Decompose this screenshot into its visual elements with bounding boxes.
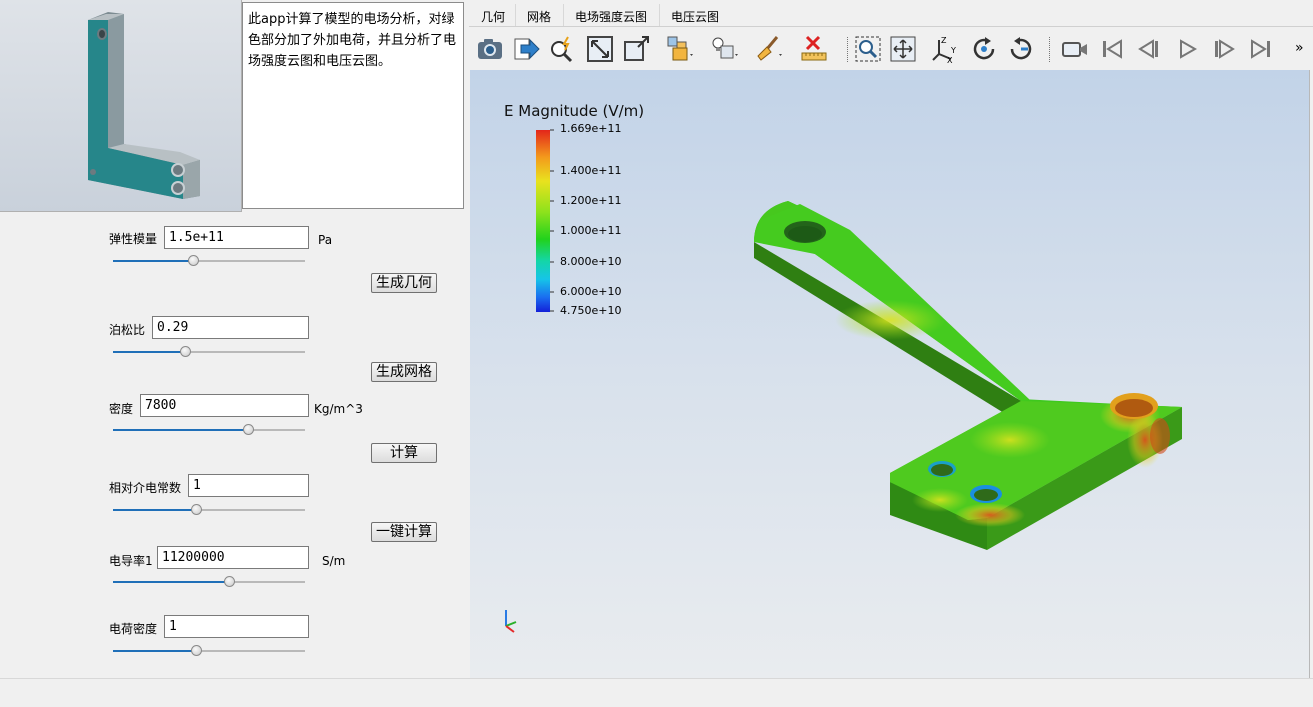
tab-mesh[interactable]: 网格	[527, 8, 551, 25]
param-label-density: 密度	[109, 402, 134, 416]
elastic-modulus-input[interactable]: 1.5e+11	[164, 226, 309, 249]
param-label-conductivity: 电导率1	[109, 554, 153, 568]
param-label-elastic-modulus: 弹性模量	[109, 232, 158, 246]
slider-handle[interactable]	[191, 645, 203, 656]
svg-text:X: X	[947, 56, 953, 64]
legend-tick: 8.000e+10	[560, 255, 622, 268]
play-icon[interactable]	[1172, 34, 1202, 64]
prev-frame-icon[interactable]	[1134, 34, 1164, 64]
param-label-poisson-ratio: 泊松比	[109, 323, 146, 337]
legend-tick: 1.400e+11	[560, 164, 622, 177]
generate-mesh-button[interactable]: 生成网格	[371, 362, 437, 382]
density-slider[interactable]	[113, 424, 305, 436]
tab-field-strength-contour[interactable]: 电场强度云图	[575, 8, 647, 25]
tab-geometry[interactable]: 几何	[481, 8, 505, 25]
model-preview-image	[0, 0, 242, 212]
light-cube-icon[interactable]	[709, 34, 739, 64]
param-label-relative-permittivity: 相对介电常数	[109, 481, 182, 495]
toolbar-overflow-button[interactable]: »	[1295, 40, 1304, 56]
relative-permittivity-input[interactable]: 1	[188, 474, 309, 497]
camera-icon[interactable]	[475, 34, 505, 64]
legend-title: E Magnitude (V/m)	[504, 102, 645, 120]
density-unit: Kg/m^3	[314, 402, 363, 416]
description-text: 此app计算了模型的电场分析，对绿色部分加了外加电荷，并且分析了电场强度云图和电…	[242, 2, 464, 209]
first-frame-icon[interactable]	[1097, 34, 1127, 64]
conductivity-input[interactable]: 11200000	[157, 546, 309, 569]
slider-handle[interactable]	[191, 504, 203, 515]
elastic-modulus-slider[interactable]	[113, 255, 305, 267]
viewer-toolbar: ZYX »	[469, 27, 1313, 70]
svg-text:Z: Z	[941, 36, 947, 45]
charge-density-input[interactable]: 1	[164, 615, 309, 638]
status-bar	[0, 678, 1313, 707]
slider-handle[interactable]	[187, 255, 199, 266]
pan-icon[interactable]	[888, 34, 918, 64]
poisson-ratio-input[interactable]: 0.29	[152, 316, 309, 339]
legend-tick: 1.669e+11	[560, 122, 622, 135]
legend-tick: 1.200e+11	[560, 194, 622, 207]
axes-icon[interactable]: ZYX	[929, 34, 959, 64]
compute-button[interactable]: 计算	[371, 443, 437, 463]
ruler-delete-icon[interactable]	[799, 34, 829, 64]
cube-stack-icon[interactable]	[665, 34, 695, 64]
broom-icon[interactable]	[754, 34, 784, 64]
density-input[interactable]: 7800	[140, 394, 309, 417]
fit-view-icon[interactable]	[585, 34, 615, 64]
slider-handle[interactable]	[179, 346, 191, 357]
video-camera-icon[interactable]	[1060, 34, 1090, 64]
conductivity-slider[interactable]	[113, 576, 305, 588]
rotate-cw-icon[interactable]	[969, 34, 999, 64]
conductivity-unit: S/m	[322, 554, 346, 568]
zoom-lightning-icon[interactable]	[547, 34, 577, 64]
view-tab-bar: 几何 网格 电场强度云图 电压云图	[469, 4, 1313, 27]
elastic-modulus-unit: Pa	[318, 233, 333, 247]
legend-tick: 6.000e+10	[560, 285, 622, 298]
one-click-compute-button[interactable]: 一键计算	[371, 522, 437, 542]
svg-text:Y: Y	[950, 46, 956, 55]
generate-geometry-button[interactable]: 生成几何	[371, 273, 437, 293]
3d-viewport[interactable]: E Magnitude (V/m) 1.669e+11 1.400e+11 1.…	[470, 70, 1310, 679]
legend-tick: 1.000e+11	[560, 224, 622, 237]
charge-density-slider[interactable]	[113, 645, 305, 657]
export-icon[interactable]	[511, 34, 541, 64]
legend-tick: 4.750e+10	[560, 304, 622, 317]
poisson-ratio-slider[interactable]	[113, 346, 305, 358]
box-expand-icon[interactable]	[622, 34, 652, 64]
slider-handle[interactable]	[243, 424, 255, 435]
tab-voltage-contour[interactable]: 电压云图	[671, 8, 719, 25]
slider-handle[interactable]	[224, 576, 236, 587]
relative-permittivity-slider[interactable]	[113, 504, 305, 516]
last-frame-icon[interactable]	[1246, 34, 1276, 64]
rotate-ccw-icon[interactable]	[1006, 34, 1036, 64]
param-label-charge-density: 电荷密度	[109, 622, 158, 636]
zoom-box-icon[interactable]	[853, 34, 883, 64]
next-frame-icon[interactable]	[1209, 34, 1239, 64]
